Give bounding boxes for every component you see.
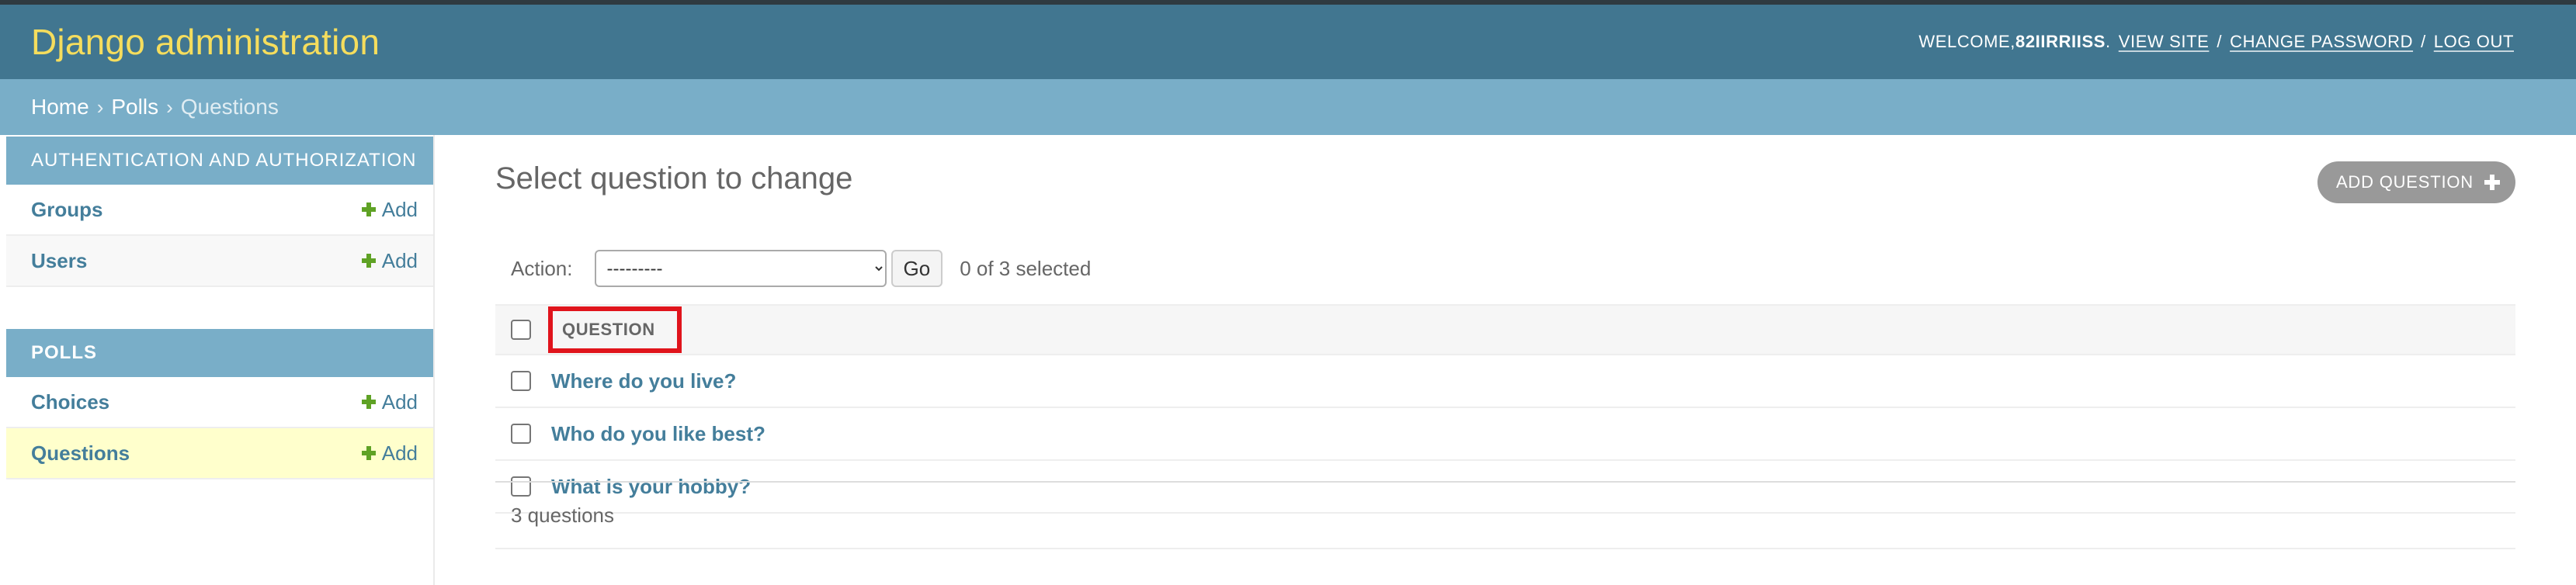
go-button[interactable]: Go — [890, 250, 943, 287]
breadcrumb-current: Questions — [180, 95, 279, 119]
breadcrumb-separator: › — [96, 95, 104, 119]
plus-icon — [2484, 175, 2500, 190]
row-checkbox[interactable] — [511, 424, 531, 444]
username: 82IIRRIISS — [2015, 32, 2106, 51]
sidebar-link-users[interactable]: Users — [31, 249, 87, 273]
add-label: Add — [381, 389, 418, 414]
plus-icon — [361, 446, 376, 460]
welcome-period: . — [2106, 32, 2111, 51]
action-select[interactable]: --------- — [594, 250, 887, 287]
welcome-text: WELCOME, — [1918, 32, 2015, 51]
actions-bar: Action: --------- Go 0 of 3 selected — [495, 250, 1091, 287]
add-question-label: ADD QUESTION — [2335, 172, 2474, 192]
question-link[interactable]: Who do you like best? — [551, 422, 766, 446]
page-title: Select question to change — [495, 161, 853, 196]
add-label: Add — [381, 248, 418, 272]
sidebar-link-groups[interactable]: Groups — [31, 198, 102, 222]
view-site-link[interactable]: VIEW SITE — [2119, 32, 2210, 52]
sidebar-item-choices: Choices Add — [6, 377, 433, 428]
plus-icon — [361, 254, 376, 268]
question-link[interactable]: Where do you live? — [551, 369, 736, 393]
module-caption-auth[interactable]: AUTHENTICATION AND AUTHORIZATION — [6, 137, 433, 185]
log-out-link[interactable]: LOG OUT — [2434, 32, 2514, 52]
paginator: 3 questions — [495, 481, 2515, 549]
sidebar-item-questions: Questions Add — [6, 428, 433, 479]
sidebar-link-choices[interactable]: Choices — [31, 390, 109, 414]
result-count: 3 questions — [511, 503, 614, 527]
table-header-row: QUESTION — [495, 304, 2515, 355]
sidebar-item-groups: Groups Add — [6, 185, 433, 236]
breadcrumb-home[interactable]: Home — [31, 95, 89, 119]
breadcrumb: Home › Polls › Questions — [0, 79, 2576, 135]
add-label: Add — [381, 197, 418, 221]
add-questions-link[interactable]: Add — [361, 441, 418, 466]
column-header-question[interactable]: QUESTION — [548, 306, 682, 353]
module-caption-polls[interactable]: POLLS — [6, 329, 433, 377]
user-tools: WELCOME, 82IIRRIISS . VIEW SITE / CHANGE… — [1918, 32, 2514, 52]
user-tools-separator: / — [2217, 32, 2223, 51]
table-row: Who do you like best? — [495, 408, 2515, 461]
plus-icon — [361, 202, 376, 216]
table-row: Where do you live? — [495, 355, 2515, 408]
row-checkbox[interactable] — [511, 371, 531, 391]
add-label: Add — [381, 441, 418, 465]
site-name[interactable]: Django administration — [31, 21, 380, 63]
add-question-button[interactable]: ADD QUESTION — [2317, 161, 2515, 203]
action-label: Action: — [511, 256, 573, 280]
header: Django administration WELCOME, 82IIRRIIS… — [0, 5, 2576, 79]
add-groups-link[interactable]: Add — [361, 197, 418, 222]
main-content: Select question to change ADD QUESTION A… — [495, 135, 2515, 585]
sidebar: AUTHENTICATION AND AUTHORIZATION Groups … — [0, 135, 435, 585]
sidebar-item-users: Users Add — [6, 236, 433, 287]
breadcrumb-polls[interactable]: Polls — [111, 95, 158, 119]
selected-count: 0 of 3 selected — [960, 256, 1092, 280]
change-password-link[interactable]: CHANGE PASSWORD — [2230, 32, 2413, 52]
user-tools-separator: / — [2421, 32, 2426, 51]
add-users-link[interactable]: Add — [361, 248, 418, 273]
plus-icon — [361, 395, 376, 409]
breadcrumb-separator: › — [166, 95, 173, 119]
sidebar-link-questions[interactable]: Questions — [31, 441, 130, 466]
select-all-checkbox[interactable] — [511, 320, 531, 340]
add-choices-link[interactable]: Add — [361, 389, 418, 414]
